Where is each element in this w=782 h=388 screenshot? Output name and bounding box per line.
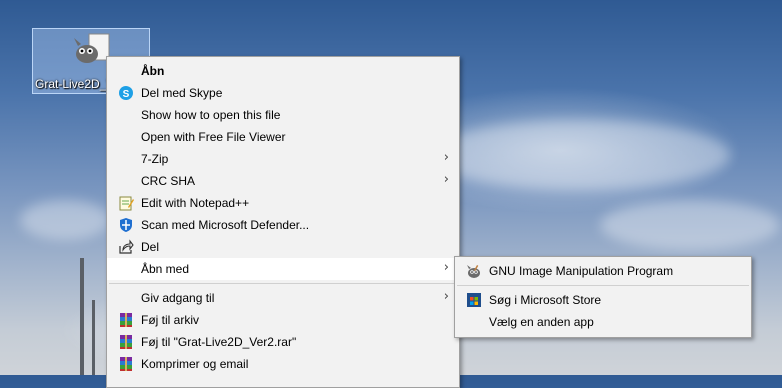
- winrar-icon: [120, 313, 132, 327]
- menu-item-add-to-archive[interactable]: Føj til arkiv: [107, 309, 459, 331]
- menu-item-label: Giv adgang til: [141, 291, 215, 305]
- open-with-submenu: GNU Image Manipulation Program Søg i Mic…: [454, 256, 752, 338]
- submenu-item-label: Søg i Microsoft Store: [489, 293, 602, 307]
- chevron-right-icon: ›: [443, 260, 449, 275]
- menu-separator: [457, 285, 749, 286]
- sky-cloud: [20, 200, 110, 240]
- submenu-item-gimp[interactable]: GNU Image Manipulation Program: [455, 260, 751, 282]
- menu-item-label: Føj til "Grat-Live2D_Ver2.rar": [141, 335, 297, 349]
- menu-item-show-how-to-open[interactable]: Show how to open this file: [107, 104, 459, 126]
- menu-item-label: CRC SHA: [141, 174, 196, 188]
- menu-item-crc-sha[interactable]: CRC SHA ›: [107, 170, 459, 192]
- menu-item-add-to-rar[interactable]: Føj til "Grat-Live2D_Ver2.rar": [107, 331, 459, 353]
- winrar-icon: [120, 335, 132, 349]
- submenu-item-label: Vælg en anden app: [489, 315, 594, 329]
- menu-item-share-skype[interactable]: S Del med Skype: [107, 82, 459, 104]
- antenna-pole: [92, 300, 95, 375]
- menu-item-share[interactable]: Del: [107, 236, 459, 258]
- menu-item-label: 7-Zip: [141, 152, 169, 166]
- chevron-right-icon: ›: [443, 172, 449, 187]
- menu-item-label: Åbn med: [141, 262, 190, 276]
- menu-item-7zip[interactable]: 7-Zip ›: [107, 148, 459, 170]
- menu-item-label: Åbn: [141, 64, 165, 78]
- menu-item-label: Show how to open this file: [141, 108, 281, 122]
- context-menu: Åbn S Del med Skype Show how to open thi…: [106, 56, 460, 388]
- menu-item-label: Scan med Microsoft Defender...: [141, 218, 310, 232]
- menu-item-give-access[interactable]: Giv adgang til ›: [107, 287, 459, 309]
- sky-cloud: [430, 120, 730, 190]
- menu-item-label: Edit with Notepad++: [141, 196, 250, 210]
- menu-separator: [109, 283, 457, 284]
- submenu-item-choose-app[interactable]: Vælg en anden app: [455, 311, 751, 333]
- defender-icon: [120, 218, 132, 232]
- svg-text:S: S: [123, 89, 130, 100]
- menu-item-label: Komprimer og email: [141, 357, 249, 371]
- menu-item-open[interactable]: Åbn: [107, 60, 459, 82]
- gimp-icon: [467, 265, 480, 278]
- menu-item-label: Føj til arkiv: [141, 313, 199, 327]
- menu-item-compress-email[interactable]: Komprimer og email: [107, 353, 459, 375]
- winrar-icon: [120, 357, 132, 371]
- desktop-file-label: Grat-Live2D_V: [35, 77, 115, 91]
- menu-item-notepadpp[interactable]: Edit with Notepad++: [107, 192, 459, 214]
- notepadpp-icon: [119, 196, 134, 211]
- menu-item-label: Del: [141, 240, 160, 254]
- menu-item-open-with[interactable]: Åbn med ›: [107, 258, 459, 280]
- menu-item-label: Del med Skype: [141, 86, 223, 100]
- antenna-pole: [80, 258, 84, 375]
- submenu-item-label: GNU Image Manipulation Program: [489, 264, 674, 278]
- menu-item-free-file-viewer[interactable]: Open with Free File Viewer: [107, 126, 459, 148]
- sky-cloud: [600, 200, 780, 250]
- chevron-right-icon: ›: [443, 150, 449, 165]
- submenu-item-ms-store[interactable]: Søg i Microsoft Store: [455, 289, 751, 311]
- skype-icon: S: [119, 86, 133, 100]
- share-icon: [119, 239, 134, 254]
- chevron-right-icon: ›: [443, 289, 449, 304]
- store-icon: [467, 293, 481, 307]
- menu-item-label: Open with Free File Viewer: [141, 130, 286, 144]
- menu-item-defender-scan[interactable]: Scan med Microsoft Defender...: [107, 214, 459, 236]
